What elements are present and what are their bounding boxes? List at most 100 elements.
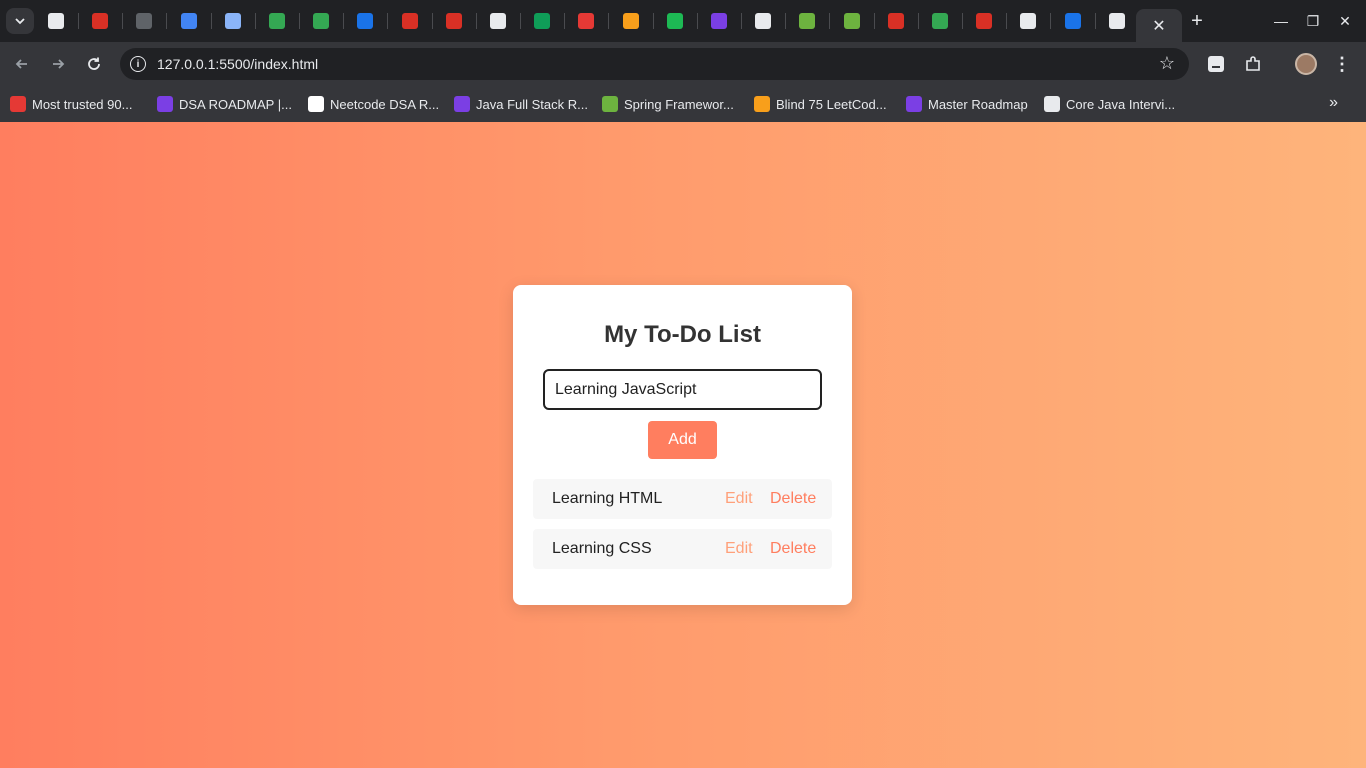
tab-search-button[interactable] <box>6 8 34 34</box>
inbox-icon <box>1020 13 1037 29</box>
forward-button[interactable] <box>46 52 70 76</box>
profile-button[interactable] <box>1295 53 1317 75</box>
browser-tab[interactable] <box>795 9 819 33</box>
tab-separator <box>78 13 79 29</box>
browser-tab[interactable] <box>44 9 68 33</box>
tab-strip: ✕ + — ❐ ✕ <box>0 0 1366 42</box>
edit-button[interactable]: Edit <box>725 540 753 558</box>
browser-tab[interactable] <box>619 9 643 33</box>
browser-tab[interactable] <box>884 9 908 33</box>
browser-tab[interactable] <box>707 9 731 33</box>
bookmark-label: Master Roadmap <box>928 96 1028 112</box>
bookmark-item[interactable]: Spring Framewor... <box>602 94 734 114</box>
docs-icon <box>180 13 197 29</box>
extension-tile-icon <box>1208 56 1224 72</box>
chat-icon <box>269 13 285 29</box>
task-text: Learning CSS <box>552 540 652 557</box>
close-icon[interactable]: ✕ <box>1152 16 1165 36</box>
tuf-icon <box>578 13 595 29</box>
bookmark-item[interactable]: Blind 75 LeetCod... <box>754 94 887 114</box>
bookmark-label: Blind 75 LeetCod... <box>776 96 887 112</box>
bookmark-item[interactable]: Master Roadmap <box>906 94 1028 114</box>
browser-tab[interactable] <box>88 9 112 33</box>
active-tab[interactable]: ✕ <box>1136 9 1182 42</box>
video-icon <box>157 96 173 112</box>
bookmark-star-icon[interactable]: ☆ <box>1159 53 1175 74</box>
close-window-button[interactable]: ✕ <box>1334 10 1356 32</box>
todo-card: My To-Do List Add Learning HTML Edit Del… <box>513 285 852 605</box>
task-input[interactable] <box>543 369 822 410</box>
tab-separator <box>1094 13 1096 29</box>
app-icon <box>755 13 772 29</box>
browser-tab[interactable] <box>928 9 952 33</box>
task-item: Learning CSS Edit Delete <box>533 529 832 569</box>
browser-tab[interactable] <box>442 9 466 33</box>
delete-button[interactable]: Delete <box>770 540 816 558</box>
browser-tab[interactable] <box>530 9 554 33</box>
browser-tab[interactable] <box>221 9 245 33</box>
bell-icon <box>490 13 506 29</box>
tab-separator <box>962 13 963 29</box>
tab-separator <box>564 13 566 29</box>
browser-tab[interactable] <box>486 9 510 33</box>
browser-tab[interactable] <box>309 9 333 33</box>
browser-tab[interactable] <box>663 9 687 33</box>
tab-separator <box>166 13 168 29</box>
bookmark-item[interactable]: Core Java Intervi... <box>1044 94 1175 114</box>
tab-separator <box>917 13 919 29</box>
browser-tab[interactable] <box>1105 9 1129 33</box>
menu-button[interactable]: ⋮ <box>1331 53 1353 75</box>
more-bookmarks-icon[interactable]: » <box>1329 94 1338 112</box>
browser-tab[interactable] <box>177 9 201 33</box>
youtube-icon <box>445 13 462 29</box>
tab-separator <box>387 13 389 29</box>
browser-tab[interactable] <box>751 9 775 33</box>
back-button[interactable] <box>10 52 34 76</box>
browser-tab[interactable] <box>1061 9 1085 33</box>
leaf-icon <box>602 96 618 112</box>
browser-tab[interactable] <box>132 9 156 33</box>
w-icon <box>932 13 948 29</box>
bookmark-item[interactable]: Most trusted 90... <box>10 94 132 114</box>
tab-separator <box>343 13 345 29</box>
tab-separator <box>696 13 698 29</box>
edit-button[interactable]: Edit <box>725 490 753 508</box>
avatar <box>1295 53 1317 75</box>
browser-tab[interactable] <box>353 9 377 33</box>
new-tab-button[interactable]: + <box>1186 10 1208 32</box>
dropbox-icon <box>357 13 374 29</box>
kebab-menu-icon: ⋮ <box>1333 53 1351 74</box>
bell-icon <box>308 96 324 112</box>
extension-button[interactable] <box>1205 53 1227 75</box>
tab-separator <box>475 13 477 29</box>
minimize-button[interactable]: — <box>1270 10 1292 32</box>
task-item: Learning HTML Edit Delete <box>533 479 832 519</box>
asterisk-icon <box>313 13 330 29</box>
video-icon <box>711 13 727 29</box>
delete-button[interactable]: Delete <box>770 490 816 508</box>
tab-separator <box>873 13 875 29</box>
tab-separator <box>431 13 433 29</box>
browser-tab[interactable] <box>265 9 289 33</box>
reload-button[interactable] <box>82 52 106 76</box>
bookmark-label: DSA ROADMAP |... <box>179 96 292 112</box>
doc-lines-icon <box>136 13 153 29</box>
browser-tab[interactable] <box>574 9 598 33</box>
video-icon <box>906 96 922 112</box>
url-text[interactable]: 127.0.0.1:5500/index.html <box>157 56 318 72</box>
bookmark-item[interactable]: Neetcode DSA R... <box>308 94 439 114</box>
tab-separator <box>608 13 610 29</box>
browser-tab[interactable] <box>840 9 864 33</box>
printer-icon <box>224 13 241 29</box>
bookmark-item[interactable]: DSA ROADMAP |... <box>157 94 292 114</box>
browser-tab[interactable] <box>1016 9 1040 33</box>
browser-tab[interactable] <box>972 9 996 33</box>
browser-tab[interactable] <box>398 9 422 33</box>
address-bar[interactable]: i 127.0.0.1:5500/index.html ☆ <box>120 48 1189 80</box>
restore-button[interactable]: ❐ <box>1302 10 1324 32</box>
task-text: Learning HTML <box>552 490 663 507</box>
site-info-icon[interactable]: i <box>130 56 146 72</box>
add-button[interactable]: Add <box>648 421 717 459</box>
bookmark-item[interactable]: Java Full Stack R... <box>454 94 588 114</box>
extensions-button[interactable] <box>1242 53 1264 75</box>
